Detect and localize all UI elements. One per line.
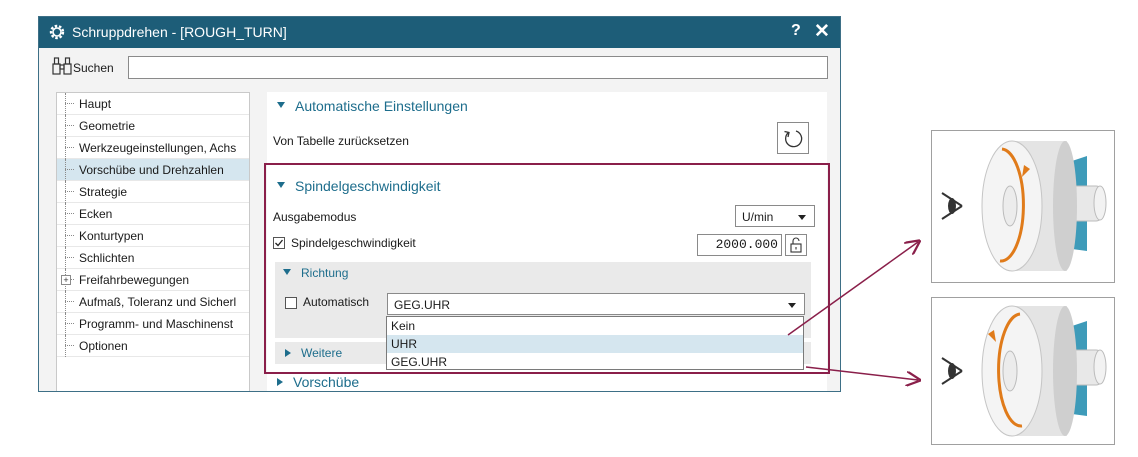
tree-item-label: Aufmaß, Toleranz und Sicherl xyxy=(79,295,237,309)
tree-item-label: Konturtypen xyxy=(79,229,144,243)
tree-line xyxy=(65,169,74,170)
spindle-speed-label: Spindelgeschwindigkeit xyxy=(291,236,416,250)
output-mode-value: U/min xyxy=(742,210,774,224)
tree-item[interactable]: Strategie xyxy=(57,181,249,203)
tree-item[interactable]: Konturtypen xyxy=(57,225,249,247)
reset-from-table-label: Von Tabelle zurücksetzen xyxy=(273,134,409,148)
tree-line xyxy=(65,159,66,181)
tree-item-label: Vorschübe und Drehzahlen xyxy=(79,163,224,177)
tree-line xyxy=(65,323,74,324)
spindle-counterclockwise-icon xyxy=(941,305,1107,437)
expand-plus-icon[interactable]: + xyxy=(61,275,71,285)
output-mode-select[interactable]: U/min xyxy=(735,205,815,227)
tree-item-label: Strategie xyxy=(79,185,128,199)
expand-triangle-icon xyxy=(285,348,291,357)
tree-line xyxy=(65,301,74,302)
tree-item[interactable]: Haupt xyxy=(57,93,249,115)
help-button[interactable]: ? xyxy=(791,22,801,40)
tree-line xyxy=(65,313,66,335)
tree-line xyxy=(65,125,74,126)
expand-triangle-icon xyxy=(277,378,283,387)
direction-option[interactable]: GEG.UHR xyxy=(387,353,803,371)
spindle-speed-checkbox[interactable] xyxy=(273,237,285,249)
tree-line xyxy=(65,203,66,225)
direction-dropdown-list: Kein UHR GEG.UHR xyxy=(386,316,804,370)
tree-item-label: Werkzeugeinstellungen, Achs xyxy=(79,141,237,155)
close-button[interactable]: ✕ xyxy=(814,20,830,43)
reset-arrow-icon xyxy=(784,130,803,148)
tree-item[interactable]: + Freifahrbewegungen xyxy=(57,269,249,291)
tree-item-label: Ecken xyxy=(79,207,113,221)
tree-line xyxy=(65,103,74,104)
tree-line xyxy=(65,291,66,313)
search-label: Suchen xyxy=(73,61,114,75)
output-mode-label: Ausgabemodus xyxy=(273,210,357,224)
lock-button[interactable] xyxy=(785,234,807,256)
binoculars-icon xyxy=(52,57,72,75)
direction-select[interactable]: GEG.UHR xyxy=(387,293,805,315)
tree-item[interactable]: Geometrie xyxy=(57,115,249,137)
tree-line xyxy=(65,225,66,247)
collapse-triangle-icon xyxy=(283,268,291,275)
checkmark-icon xyxy=(275,239,284,247)
tree-item[interactable]: Schlichten xyxy=(57,247,249,269)
auto-settings-title: Automatische Einstellungen xyxy=(295,98,468,114)
more-title: Weitere xyxy=(301,346,343,360)
tree-item[interactable]: Ecken xyxy=(57,203,249,225)
tree-item-label: Schlichten xyxy=(79,251,135,265)
tree-line xyxy=(65,93,66,115)
chevron-down-icon xyxy=(788,303,796,308)
spindle-clockwise-icon xyxy=(941,140,1107,272)
tree-item[interactable]: Werkzeugeinstellungen, Achs xyxy=(57,137,249,159)
tree-line xyxy=(65,235,74,236)
collapse-triangle-icon xyxy=(277,102,285,109)
tree-item[interactable]: Aufmaß, Toleranz und Sicherl xyxy=(57,291,249,313)
tree-line xyxy=(65,181,66,203)
direction-title: Richtung xyxy=(301,266,349,280)
automatic-label: Automatisch xyxy=(303,295,370,309)
clockwise-figure xyxy=(931,130,1115,283)
tree-line xyxy=(65,137,66,159)
feeds-header[interactable]: Vorschübe xyxy=(277,374,359,390)
direction-option[interactable]: UHR xyxy=(387,335,803,353)
lock-icon xyxy=(790,237,802,253)
tree-item[interactable]: Optionen xyxy=(57,335,249,357)
more-header[interactable]: Weitere xyxy=(285,346,342,360)
tree-line xyxy=(65,115,66,137)
tree-line xyxy=(65,213,74,214)
title-bar: Schruppdrehen - [ROUGH_TURN] ? ✕ xyxy=(39,17,840,48)
chevron-down-icon xyxy=(798,215,806,220)
tree-item[interactable]: Programm- und Maschinenst xyxy=(57,313,249,335)
spindle-speed-title: Spindelgeschwindigkeit xyxy=(295,178,441,194)
direction-value: GEG.UHR xyxy=(394,298,451,312)
reset-button[interactable] xyxy=(777,122,809,154)
tree-item-label: Optionen xyxy=(79,339,128,353)
direction-option[interactable]: Kein xyxy=(387,317,803,335)
search-row: Suchen xyxy=(39,48,840,88)
tree-line xyxy=(65,147,74,148)
collapse-triangle-icon xyxy=(277,182,285,189)
automatic-checkbox[interactable] xyxy=(285,297,297,309)
tree-line xyxy=(65,257,74,258)
feeds-title: Vorschübe xyxy=(293,374,360,390)
navigation-tree: Haupt Geometrie Werkzeugeinstellungen, Ach… xyxy=(56,92,250,391)
tree-item-label: Geometrie xyxy=(79,119,136,133)
tree-item[interactable]: Vorschübe und Drehzahlen xyxy=(57,159,249,181)
tree-line xyxy=(65,191,74,192)
tree-line xyxy=(65,335,66,357)
counterclockwise-figure xyxy=(931,297,1115,445)
tree-item-label: Freifahrbewegungen xyxy=(79,273,190,287)
tree-line xyxy=(65,247,66,269)
direction-header[interactable]: Richtung xyxy=(283,266,348,280)
spindle-speed-input[interactable]: 2000.000 xyxy=(697,234,782,256)
tree-item-label: Programm- und Maschinenst xyxy=(79,317,234,331)
tree-item-label: Haupt xyxy=(79,97,112,111)
search-input[interactable] xyxy=(128,56,828,79)
spindle-speed-header[interactable]: Spindelgeschwindigkeit xyxy=(277,178,441,194)
dialog-title: Schruppdrehen - [ROUGH_TURN] xyxy=(72,24,287,40)
gear-icon xyxy=(49,24,65,40)
tree-line xyxy=(65,345,74,346)
auto-settings-header[interactable]: Automatische Einstellungen xyxy=(277,98,468,114)
